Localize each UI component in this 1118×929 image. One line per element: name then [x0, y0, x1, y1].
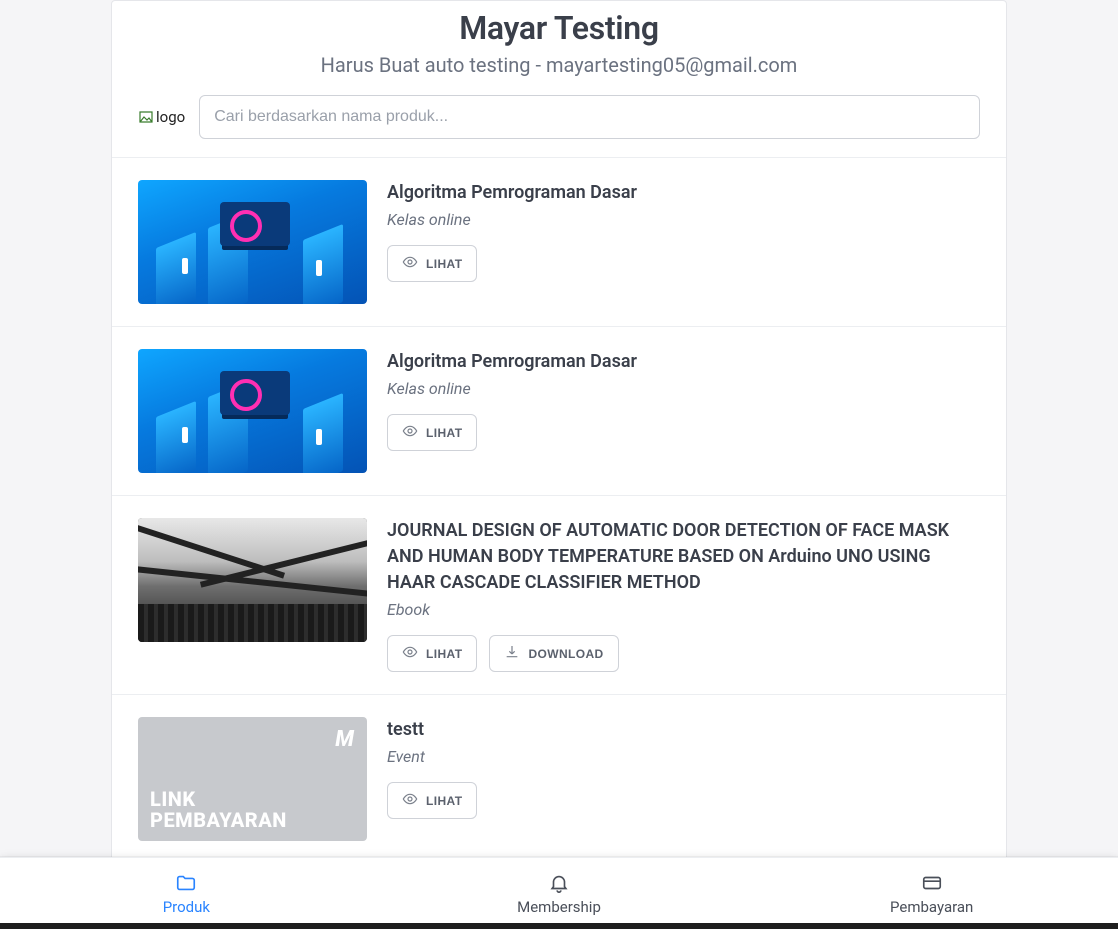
nav-membership[interactable]: Membership — [373, 858, 746, 929]
product-thumbnail — [138, 518, 367, 642]
page-subtitle: Harus Buat auto testing - mayartesting05… — [112, 53, 1006, 77]
item-title: Algoritma Pemrograman Dasar — [387, 180, 980, 206]
page: Mayar Testing Harus Buat auto testing - … — [0, 0, 1118, 929]
thumb-caption: LINKPEMBAYARAN — [150, 789, 355, 831]
content-card: Mayar Testing Harus Buat auto testing - … — [111, 0, 1007, 929]
logo-alt-text: logo — [156, 108, 185, 126]
view-button[interactable]: LIHAT — [387, 782, 477, 819]
broken-image-icon — [138, 109, 154, 125]
product-thumbnail: M LINKPEMBAYARAN — [138, 717, 367, 841]
bottom-nav: Produk Membership Pembayaran — [0, 857, 1118, 929]
item-body: testt Event LIHAT — [387, 717, 980, 819]
list-item: Algoritma Pemrograman Dasar Kelas online L… — [112, 158, 1006, 327]
nav-label: Produk — [163, 898, 210, 916]
product-list: Algoritma Pemrograman Dasar Kelas online L… — [112, 157, 1006, 864]
nav-label: Pembayaran — [890, 898, 973, 916]
eye-icon — [402, 644, 418, 663]
folder-icon — [175, 872, 197, 894]
item-actions: LIHAT DOWNLOAD — [387, 635, 980, 672]
eye-icon — [402, 254, 418, 273]
search-row: logo — [112, 77, 1006, 157]
bottom-edge — [0, 923, 1118, 929]
button-label: DOWNLOAD — [528, 647, 603, 661]
item-type: Event — [387, 747, 980, 766]
item-actions: LIHAT — [387, 245, 980, 282]
item-body: Algoritma Pemrograman Dasar Kelas online L… — [387, 349, 980, 451]
item-title: testt — [387, 717, 980, 743]
nav-produk[interactable]: Produk — [0, 858, 373, 929]
nav-pembayaran[interactable]: Pembayaran — [745, 858, 1118, 929]
bell-icon — [548, 872, 570, 894]
download-button[interactable]: DOWNLOAD — [489, 635, 618, 672]
search-input[interactable] — [199, 95, 980, 139]
nav-label: Membership — [517, 898, 601, 916]
list-item: Algoritma Pemrograman Dasar Kelas online L… — [112, 327, 1006, 496]
item-type: Kelas online — [387, 210, 980, 229]
button-label: LIHAT — [426, 794, 462, 808]
eye-icon — [402, 791, 418, 810]
item-type: Ebook — [387, 600, 980, 619]
product-thumbnail — [138, 349, 367, 473]
item-title: Algoritma Pemrograman Dasar — [387, 349, 980, 375]
item-title: JOURNAL DESIGN OF AUTOMATIC DOOR DETECTI… — [387, 518, 980, 596]
page-title: Mayar Testing — [112, 9, 1006, 47]
list-item: JOURNAL DESIGN OF AUTOMATIC DOOR DETECTI… — [112, 496, 1006, 695]
item-type: Kelas online — [387, 379, 980, 398]
eye-icon — [402, 423, 418, 442]
logo-broken-image: logo — [138, 108, 185, 126]
header: Mayar Testing Harus Buat auto testing - … — [112, 1, 1006, 77]
item-body: JOURNAL DESIGN OF AUTOMATIC DOOR DETECTI… — [387, 518, 980, 672]
item-actions: LIHAT — [387, 782, 980, 819]
product-thumbnail — [138, 180, 367, 304]
view-button[interactable]: LIHAT — [387, 414, 477, 451]
button-label: LIHAT — [426, 257, 462, 271]
button-label: LIHAT — [426, 426, 462, 440]
item-body: Algoritma Pemrograman Dasar Kelas online L… — [387, 180, 980, 282]
item-actions: LIHAT — [387, 414, 980, 451]
view-button[interactable]: LIHAT — [387, 245, 477, 282]
view-button[interactable]: LIHAT — [387, 635, 477, 672]
button-label: LIHAT — [426, 647, 462, 661]
card-icon — [921, 872, 943, 894]
download-icon — [504, 644, 520, 663]
list-item: M LINKPEMBAYARAN testt Event LIHAT — [112, 695, 1006, 864]
thumb-badge: M — [335, 727, 353, 752]
